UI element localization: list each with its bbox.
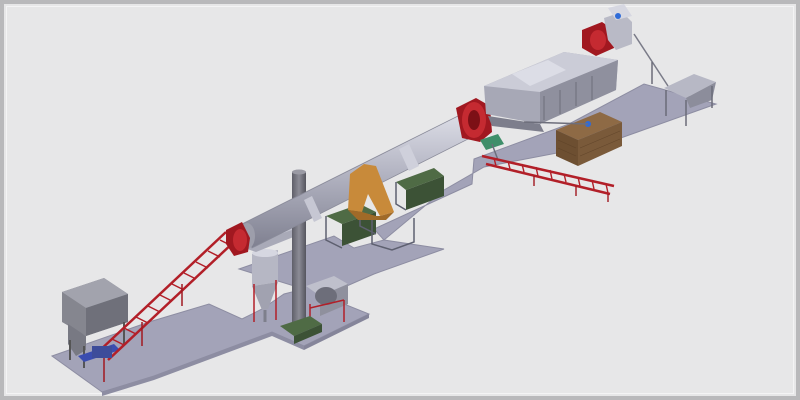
viewport-frame (0, 0, 800, 400)
rotary-dryer-plant-3d-model (50, 4, 718, 396)
combustion-blower (582, 4, 632, 56)
